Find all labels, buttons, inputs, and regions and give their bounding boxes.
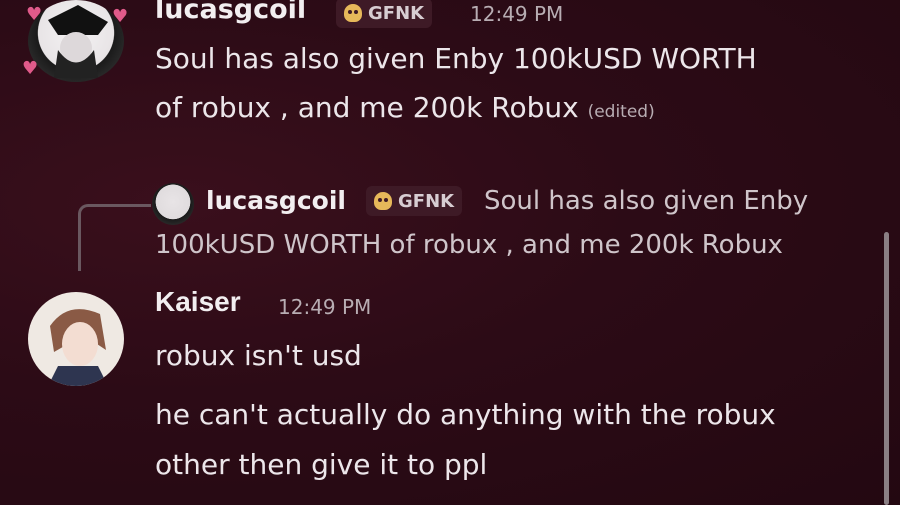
- heart-icon: ♥: [112, 6, 129, 27]
- message-line: other then give it to ppl: [155, 448, 488, 481]
- message-line: of robux , and me 200k Robux (edited): [155, 91, 655, 124]
- timestamp: 12:49 PM: [470, 2, 564, 26]
- heart-icon: ♥: [22, 58, 39, 79]
- username[interactable]: Kaiser: [155, 286, 241, 318]
- message-line: robux isn't usd: [155, 339, 362, 372]
- reply-username[interactable]: lucasgcoil: [206, 186, 346, 215]
- skull-icon: [374, 192, 392, 210]
- reply-connector: [78, 204, 151, 271]
- heart-icon: ♥: [26, 4, 43, 25]
- message-text: of robux , and me 200k Robux: [155, 91, 579, 124]
- timestamp: 12:49 PM: [278, 295, 372, 319]
- avatar[interactable]: [28, 0, 124, 82]
- reply-preview[interactable]: 100kUSD WORTH of robux , and me 200k Rob…: [155, 230, 783, 260]
- skull-icon: [344, 4, 362, 22]
- avatar-art-icon: [48, 309, 108, 386]
- reply-preview[interactable]: Soul has also given Enby: [484, 186, 808, 216]
- username[interactable]: lucasgcoil: [155, 0, 306, 25]
- avatar[interactable]: [28, 292, 124, 386]
- server-tag[interactable]: GFNK: [336, 0, 433, 28]
- tag-label: GFNK: [398, 190, 455, 212]
- avatar-art-icon: [48, 5, 108, 78]
- edited-indicator: (edited): [587, 102, 655, 122]
- tag-label: GFNK: [368, 2, 425, 24]
- scrollbar[interactable]: [884, 232, 889, 505]
- message-line: he can't actually do anything with the r…: [155, 398, 776, 431]
- reply-server-tag[interactable]: GFNK: [366, 186, 463, 216]
- reply-avatar[interactable]: [152, 183, 194, 225]
- message-line: Soul has also given Enby 100kUSD WORTH: [155, 42, 757, 75]
